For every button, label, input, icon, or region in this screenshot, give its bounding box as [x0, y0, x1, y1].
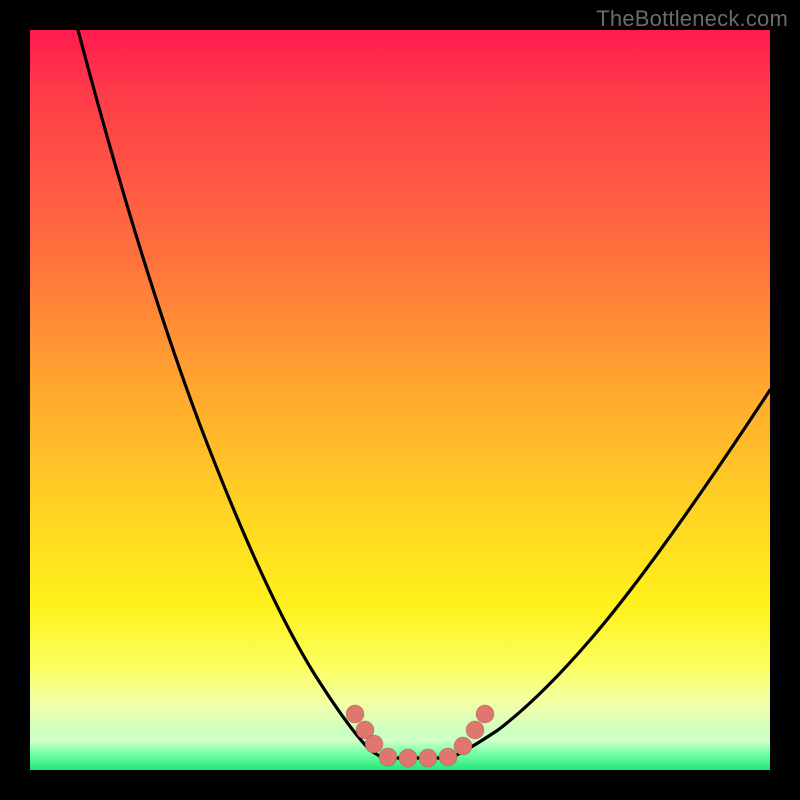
marker-point: [419, 749, 437, 767]
marker-point: [399, 749, 417, 767]
marker-point: [454, 737, 472, 755]
right-curve-path: [450, 390, 770, 758]
watermark-text: TheBottleneck.com: [596, 6, 788, 32]
marker-group: [346, 705, 494, 767]
marker-point: [365, 735, 383, 753]
marker-point: [466, 721, 484, 739]
marker-point: [476, 705, 494, 723]
chart-plot-area: [30, 30, 770, 770]
marker-point: [439, 748, 457, 766]
curve-layer: [30, 30, 770, 770]
marker-point: [379, 748, 397, 766]
marker-point: [346, 705, 364, 723]
left-curve-path: [78, 30, 385, 758]
chart-frame: TheBottleneck.com: [0, 0, 800, 800]
